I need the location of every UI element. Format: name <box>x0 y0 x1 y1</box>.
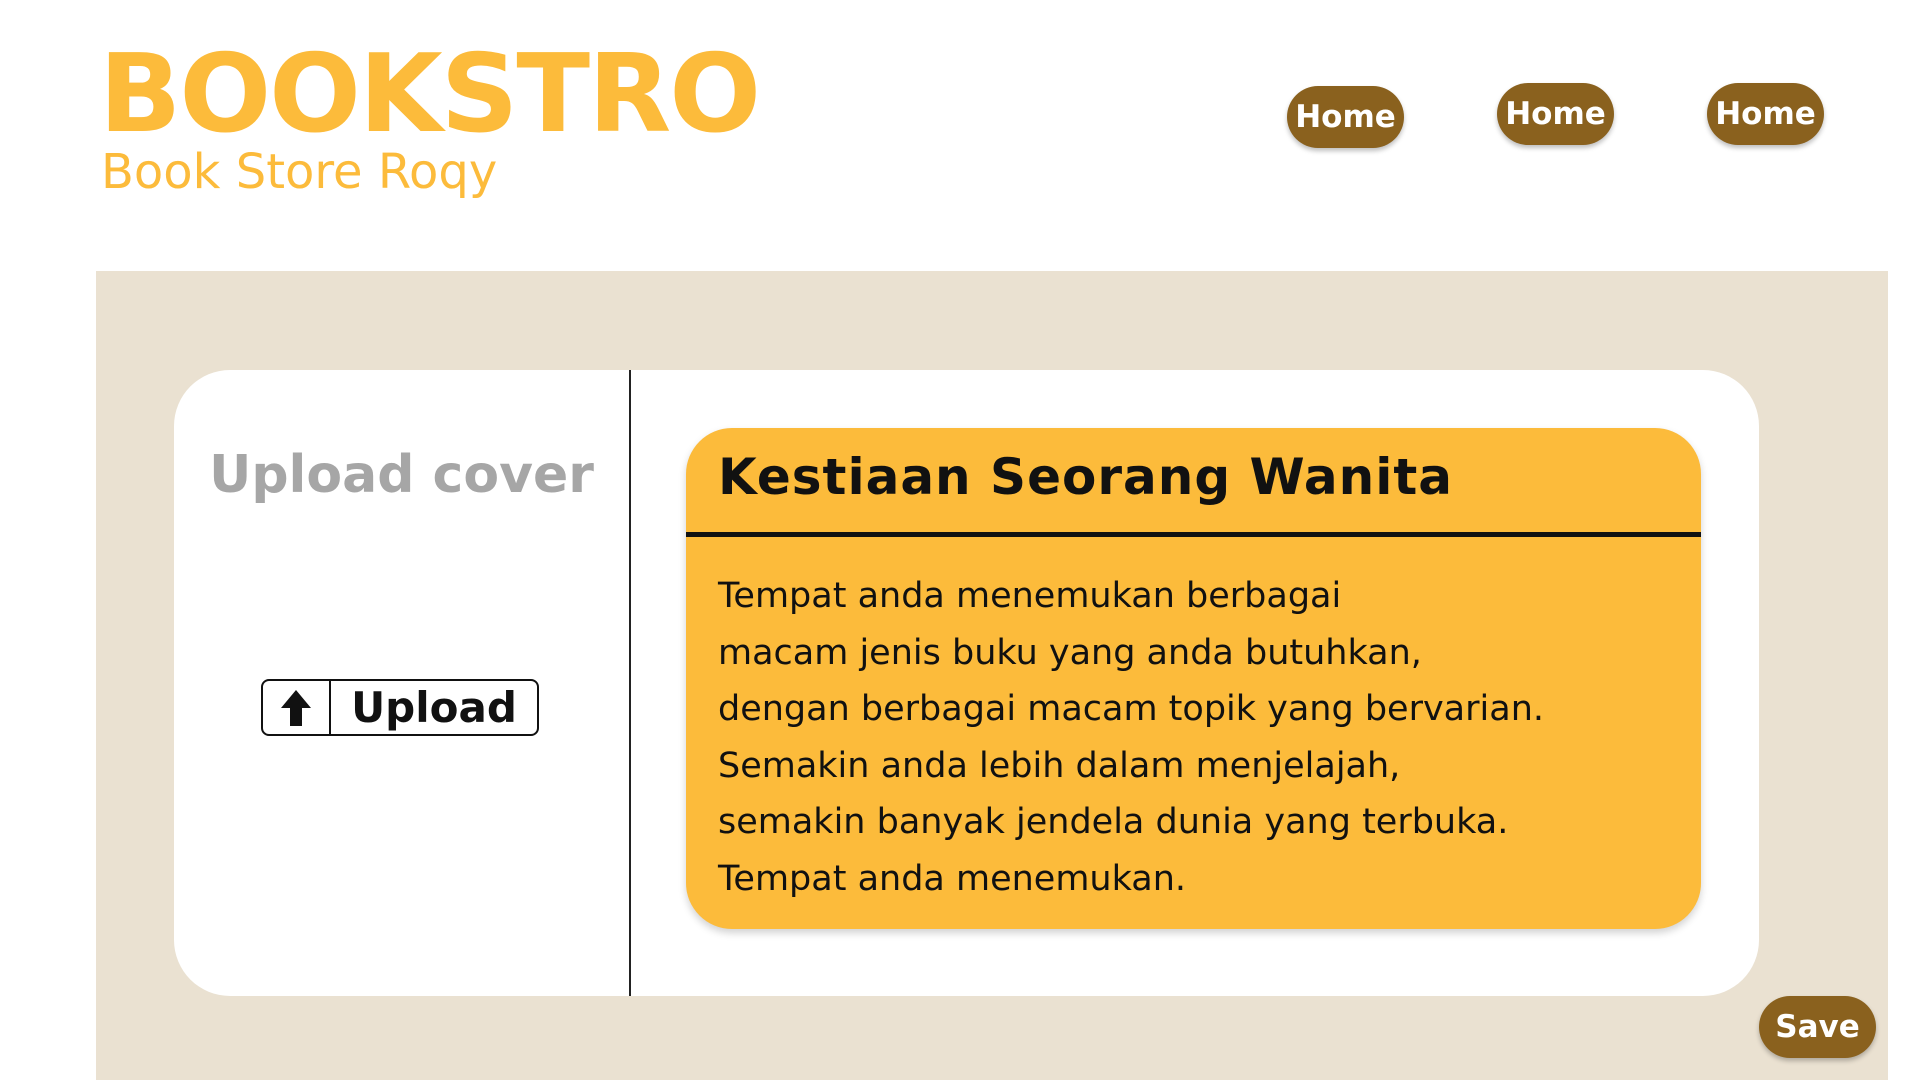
nav-home-button-3[interactable]: Home <box>1707 83 1824 145</box>
upload-button-label: Upload <box>351 683 517 732</box>
nav-home-button-2[interactable]: Home <box>1497 83 1614 145</box>
book-description: Tempat anda menemukan berbagai macam jen… <box>718 568 1678 907</box>
description-line: dengan berbagai macam topik yang bervari… <box>718 689 1545 729</box>
description-line: Semakin anda lebih dalam menjelajah, <box>718 745 1401 786</box>
nav-home-button-1[interactable]: Home <box>1287 86 1404 148</box>
save-button[interactable]: Save <box>1759 996 1876 1058</box>
title-divider <box>686 532 1701 537</box>
arrow-up-icon <box>263 681 331 734</box>
description-line: Tempat anda menemukan berbagai <box>718 576 1342 616</box>
upload-button[interactable]: Upload <box>261 679 539 736</box>
book-title: Kestiaan Seorang Wanita <box>718 448 1454 506</box>
brand-title: BOOKSTRO <box>99 32 761 157</box>
brand-logo: BOOKSTRO Book Store Roqy <box>99 32 761 201</box>
book-info-card: Kestiaan Seorang Wanita Tempat anda mene… <box>686 428 1701 929</box>
description-line: semakin banyak jendela dunia yang terbuk… <box>718 802 1509 842</box>
description-line: Tempat anda menemukan. <box>718 858 1187 899</box>
upload-cover-heading: Upload cover <box>209 445 594 505</box>
description-line: macam jenis buku yang anda butuhkan, <box>718 632 1422 673</box>
card-divider <box>629 370 631 996</box>
